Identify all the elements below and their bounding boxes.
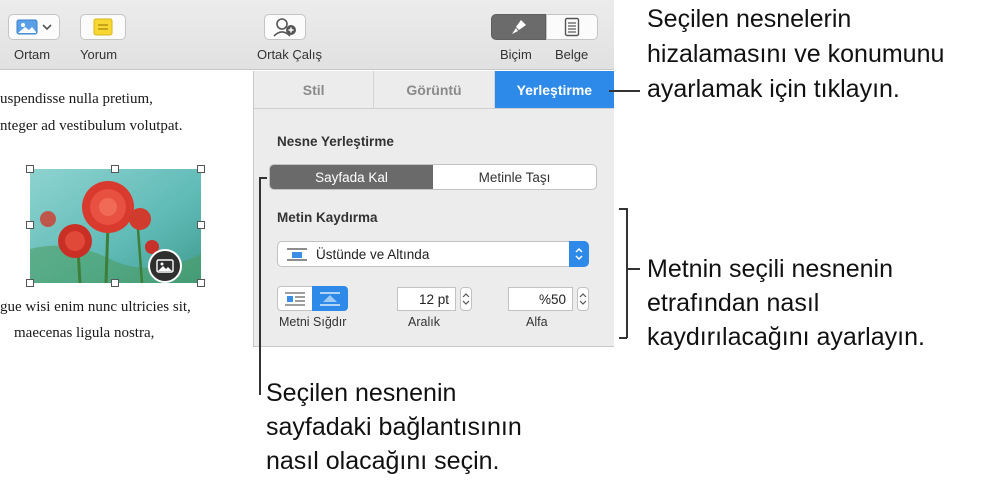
wrap-above-below-icon bbox=[287, 248, 307, 261]
fit-text-bounds-button[interactable] bbox=[277, 286, 313, 311]
popup-arrows-icon bbox=[569, 241, 589, 267]
image-badge bbox=[148, 249, 182, 283]
selection-handle[interactable] bbox=[197, 221, 205, 229]
toolbar: Ortam Yorum Ortak Çalış Biçim Belge bbox=[0, 0, 614, 70]
document-canvas[interactable]: uspendisse nulla pretium, nteger ad vest… bbox=[0, 71, 252, 371]
add-person-icon bbox=[273, 18, 296, 37]
selection-handle[interactable] bbox=[26, 165, 34, 173]
callout-text: hizalamasını ve konumunu bbox=[647, 40, 945, 68]
selection-handle[interactable] bbox=[197, 165, 205, 173]
body-text-line: uspendisse nulla pretium, bbox=[0, 91, 153, 107]
body-text-line: gue wisi enim nunc ultricies sit, bbox=[0, 299, 191, 315]
fit-text-label: Metni Sığdır bbox=[279, 315, 347, 329]
wrap-bounds-icon bbox=[285, 291, 305, 306]
spacing-label: Aralık bbox=[408, 315, 440, 329]
comment-label: Yorum bbox=[80, 47, 118, 62]
callout-leader-line bbox=[259, 177, 261, 395]
callout-text: nasıl olacağını seçin. bbox=[266, 447, 500, 475]
collaborate-button[interactable] bbox=[264, 14, 306, 40]
format-label: Biçim bbox=[500, 47, 532, 62]
comment-button[interactable] bbox=[80, 14, 126, 40]
selected-image[interactable] bbox=[30, 169, 201, 283]
media-label: Ortam bbox=[14, 47, 51, 62]
stepper-arrows-icon bbox=[579, 293, 587, 305]
object-placement-title: Nesne Yerleştirme bbox=[277, 134, 394, 149]
callout-text: Seçilen nesnelerin bbox=[647, 5, 852, 33]
chevron-down-icon bbox=[42, 24, 52, 31]
document-label: Belge bbox=[555, 47, 589, 62]
selection-handle[interactable] bbox=[26, 279, 34, 287]
callout-text: Metnin seçili nesnenin bbox=[647, 255, 893, 283]
tab-style[interactable]: Stil bbox=[254, 71, 375, 108]
callout-text: Seçilen nesnenin bbox=[266, 379, 457, 407]
object-placement-control: Sayfada Kal Metinle Taşı bbox=[269, 164, 597, 190]
callout-text: etrafından nasıl bbox=[647, 289, 820, 317]
document-icon bbox=[564, 17, 580, 37]
wrap-style-popup[interactable]: Üstünde ve Altında bbox=[277, 241, 589, 267]
spacing-stepper[interactable] bbox=[460, 287, 472, 311]
body-text-line: nteger ad vestibulum volutpat. bbox=[0, 118, 183, 134]
stepper-arrows-icon bbox=[462, 293, 470, 305]
callout-text: sayfadaki bağlantısının bbox=[266, 413, 522, 441]
selection-handle[interactable] bbox=[197, 279, 205, 287]
body-text-line: maecenas ligula nostra, bbox=[14, 325, 155, 341]
fit-text-shape-button[interactable] bbox=[312, 286, 348, 311]
inspector-tabs: Stil Görüntü Yerleştirme bbox=[254, 71, 614, 109]
selection-handle[interactable] bbox=[111, 279, 119, 287]
callout-leader-line bbox=[627, 268, 640, 270]
selection-handle[interactable] bbox=[111, 165, 119, 173]
wrap-shape-icon bbox=[320, 291, 340, 306]
callout-leader-line bbox=[609, 90, 640, 92]
selection-handle[interactable] bbox=[26, 221, 34, 229]
text-wrap-title: Metin Kaydırma bbox=[277, 210, 378, 225]
tab-arrange[interactable]: Yerleştirme bbox=[494, 71, 614, 108]
image-icon bbox=[156, 259, 174, 273]
stay-on-page-option[interactable]: Sayfada Kal bbox=[270, 165, 433, 189]
callout-bracket bbox=[626, 208, 628, 338]
media-button[interactable] bbox=[8, 14, 60, 40]
document-button[interactable] bbox=[546, 14, 598, 40]
alpha-field[interactable]: %50 bbox=[508, 287, 573, 311]
collaborate-label: Ortak Çalış bbox=[257, 47, 323, 62]
alpha-stepper[interactable] bbox=[577, 287, 589, 311]
wrap-style-value: Üstünde ve Altında bbox=[316, 246, 430, 262]
paintbrush-icon bbox=[511, 20, 526, 34]
format-button[interactable] bbox=[491, 14, 546, 40]
inspector-panel: Stil Görüntü Yerleştirme Nesne Yerleştir… bbox=[253, 71, 614, 347]
spacing-field[interactable]: 12 pt bbox=[397, 287, 456, 311]
tab-image[interactable]: Görüntü bbox=[374, 71, 495, 108]
callout-text: ayarlamak için tıklayın. bbox=[647, 75, 900, 103]
callout-text: kaydırılacağını ayarlayın. bbox=[647, 323, 925, 351]
callout-bracket bbox=[619, 337, 627, 339]
comment-note-icon bbox=[93, 18, 113, 36]
alpha-label: Alfa bbox=[526, 315, 548, 329]
move-with-text-option[interactable]: Metinle Taşı bbox=[433, 165, 596, 189]
image-icon bbox=[16, 19, 38, 35]
